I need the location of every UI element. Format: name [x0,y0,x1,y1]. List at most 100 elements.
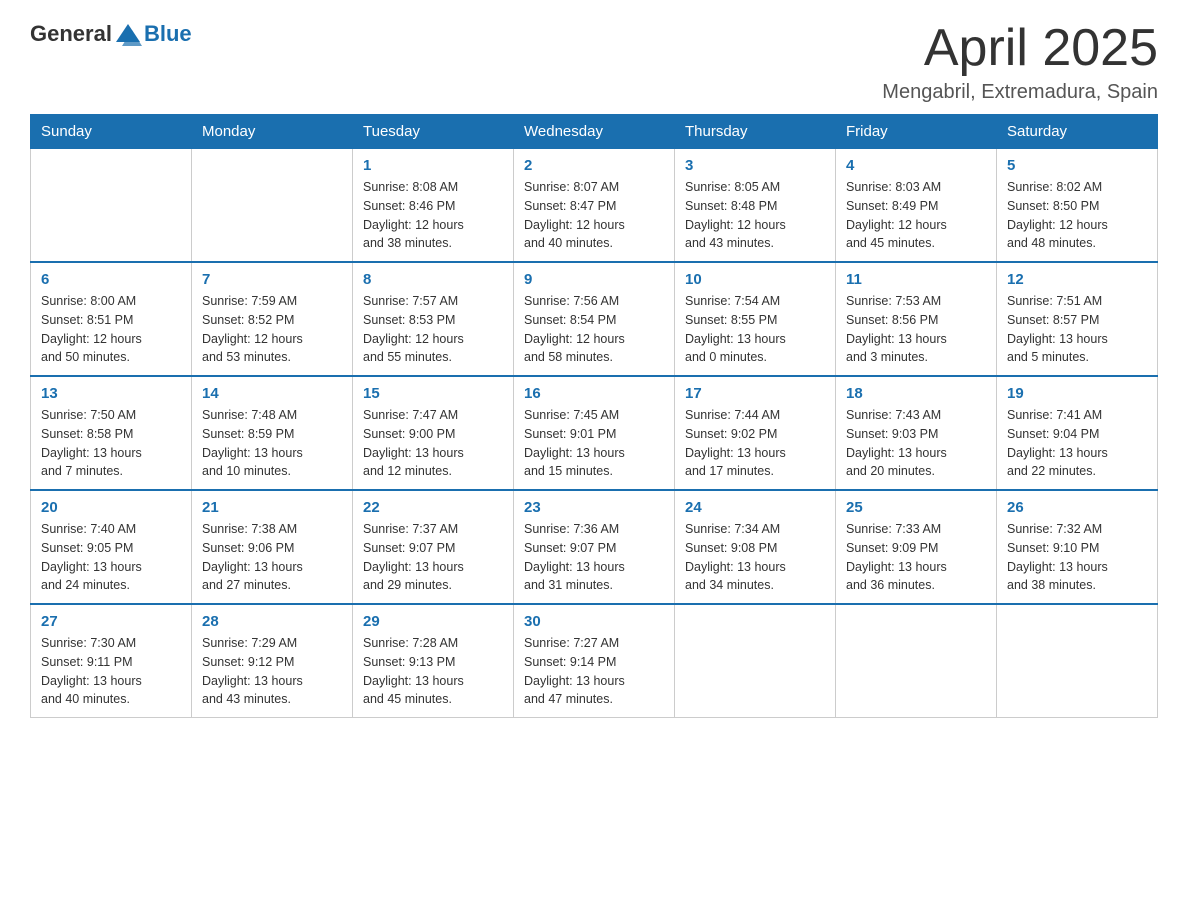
calendar-cell: 26Sunrise: 7:32 AM Sunset: 9:10 PM Dayli… [997,490,1158,604]
day-number: 28 [202,613,342,630]
day-info: Sunrise: 7:47 AM Sunset: 9:00 PM Dayligh… [363,406,503,481]
day-info: Sunrise: 8:02 AM Sunset: 8:50 PM Dayligh… [1007,178,1147,253]
day-info: Sunrise: 7:27 AM Sunset: 9:14 PM Dayligh… [524,634,664,709]
day-number: 6 [41,271,181,288]
day-info: Sunrise: 8:08 AM Sunset: 8:46 PM Dayligh… [363,178,503,253]
day-number: 16 [524,385,664,402]
calendar-week-row: 13 Sunrise: 7:50 AM Sunset: 8:58 PM Dayli… [31,376,1158,490]
calendar-cell: 12 Sunrise: 7:51 AM Sunset: 8:57 PM Dayli… [997,262,1158,376]
calendar-cell: 21 Sunrise: 7:38 AM Sunset: 9:06 PM Dayli… [192,490,353,604]
calendar-cell: 4Sunrise: 8:03 AM Sunset: 8:49 PM Daylig… [836,149,997,263]
calendar-cell: 15 Sunrise: 7:47 AM Sunset: 9:00 PM Dayli… [353,376,514,490]
day-info: Sunrise: 7:30 AM Sunset: 9:11 PM Dayligh… [41,634,181,709]
calendar-cell: 24 Sunrise: 7:34 AM Sunset: 9:08 PM Dayli… [675,490,836,604]
day-number: 12 [1007,271,1147,288]
weekday-header-friday: Friday [836,115,997,149]
day-number: 29 [363,613,503,630]
calendar-cell: 27 Sunrise: 7:30 AM Sunset: 9:11 PM Dayli… [31,604,192,718]
day-number: 30 [524,613,664,630]
calendar-cell [192,149,353,263]
day-info: Sunrise: 7:43 AM Sunset: 9:03 PM Dayligh… [846,406,986,481]
calendar-cell: 29 Sunrise: 7:28 AM Sunset: 9:13 PM Dayli… [353,604,514,718]
calendar-cell [675,604,836,718]
day-info: Sunrise: 8:00 AM Sunset: 8:51 PM Dayligh… [41,292,181,367]
day-number: 26 [1007,499,1147,516]
day-number: 21 [202,499,342,516]
calendar-cell: 28Sunrise: 7:29 AM Sunset: 9:12 PM Dayli… [192,604,353,718]
day-number: 13 [41,385,181,402]
calendar-cell [31,149,192,263]
day-number: 5 [1007,157,1147,174]
calendar-cell: 17Sunrise: 7:44 AM Sunset: 9:02 PM Dayli… [675,376,836,490]
day-info: Sunrise: 7:56 AM Sunset: 8:54 PM Dayligh… [524,292,664,367]
calendar-cell: 1 Sunrise: 8:08 AM Sunset: 8:46 PM Daylig… [353,149,514,263]
day-info: Sunrise: 8:03 AM Sunset: 8:49 PM Dayligh… [846,178,986,253]
calendar-cell: 14 Sunrise: 7:48 AM Sunset: 8:59 PM Dayli… [192,376,353,490]
calendar-week-row: 1 Sunrise: 8:08 AM Sunset: 8:46 PM Daylig… [31,149,1158,263]
weekday-header-monday: Monday [192,115,353,149]
day-info: Sunrise: 7:50 AM Sunset: 8:58 PM Dayligh… [41,406,181,481]
calendar-cell: 23 Sunrise: 7:36 AM Sunset: 9:07 PM Dayli… [514,490,675,604]
calendar-cell: 25 Sunrise: 7:33 AM Sunset: 9:09 PM Dayli… [836,490,997,604]
weekday-header-row: SundayMondayTuesdayWednesdayThursdayFrid… [31,115,1158,149]
day-info: Sunrise: 7:37 AM Sunset: 9:07 PM Dayligh… [363,520,503,595]
day-number: 22 [363,499,503,516]
day-info: Sunrise: 7:33 AM Sunset: 9:09 PM Dayligh… [846,520,986,595]
calendar-cell: 18 Sunrise: 7:43 AM Sunset: 9:03 PM Dayli… [836,376,997,490]
day-info: Sunrise: 7:28 AM Sunset: 9:13 PM Dayligh… [363,634,503,709]
calendar-cell: 10Sunrise: 7:54 AM Sunset: 8:55 PM Dayli… [675,262,836,376]
calendar-cell: 9Sunrise: 7:56 AM Sunset: 8:54 PM Daylig… [514,262,675,376]
calendar-week-row: 20 Sunrise: 7:40 AM Sunset: 9:05 PM Dayli… [31,490,1158,604]
location: Mengabril, Extremadura, Spain [882,81,1158,104]
day-info: Sunrise: 7:45 AM Sunset: 9:01 PM Dayligh… [524,406,664,481]
day-info: Sunrise: 7:44 AM Sunset: 9:02 PM Dayligh… [685,406,825,481]
logo-blue: Blue [144,21,192,47]
day-info: Sunrise: 7:41 AM Sunset: 9:04 PM Dayligh… [1007,406,1147,481]
day-number: 2 [524,157,664,174]
day-number: 15 [363,385,503,402]
calendar-cell: 6 Sunrise: 8:00 AM Sunset: 8:51 PM Daylig… [31,262,192,376]
day-number: 25 [846,499,986,516]
day-number: 23 [524,499,664,516]
day-info: Sunrise: 7:38 AM Sunset: 9:06 PM Dayligh… [202,520,342,595]
calendar-cell: 8Sunrise: 7:57 AM Sunset: 8:53 PM Daylig… [353,262,514,376]
calendar-cell: 20 Sunrise: 7:40 AM Sunset: 9:05 PM Dayli… [31,490,192,604]
calendar-week-row: 27 Sunrise: 7:30 AM Sunset: 9:11 PM Dayli… [31,604,1158,718]
day-number: 20 [41,499,181,516]
logo-icon [114,20,142,48]
day-info: Sunrise: 7:53 AM Sunset: 8:56 PM Dayligh… [846,292,986,367]
day-info: Sunrise: 7:54 AM Sunset: 8:55 PM Dayligh… [685,292,825,367]
calendar-table: SundayMondayTuesdayWednesdayThursdayFrid… [30,114,1158,718]
day-info: Sunrise: 8:07 AM Sunset: 8:47 PM Dayligh… [524,178,664,253]
calendar-cell: 22 Sunrise: 7:37 AM Sunset: 9:07 PM Dayli… [353,490,514,604]
day-info: Sunrise: 7:34 AM Sunset: 9:08 PM Dayligh… [685,520,825,595]
day-info: Sunrise: 7:36 AM Sunset: 9:07 PM Dayligh… [524,520,664,595]
month-title: April 2025 [882,20,1158,77]
calendar-cell: 13 Sunrise: 7:50 AM Sunset: 8:58 PM Dayli… [31,376,192,490]
day-number: 8 [363,271,503,288]
calendar-cell: 3Sunrise: 8:05 AM Sunset: 8:48 PM Daylig… [675,149,836,263]
day-number: 27 [41,613,181,630]
calendar-cell: 5 Sunrise: 8:02 AM Sunset: 8:50 PM Daylig… [997,149,1158,263]
page-header: General Blue April 2025 Mengabril, Extre… [30,20,1158,104]
logo-general: General [30,21,112,47]
calendar-cell: 16 Sunrise: 7:45 AM Sunset: 9:01 PM Dayli… [514,376,675,490]
day-info: Sunrise: 7:48 AM Sunset: 8:59 PM Dayligh… [202,406,342,481]
day-number: 14 [202,385,342,402]
day-info: Sunrise: 7:59 AM Sunset: 8:52 PM Dayligh… [202,292,342,367]
calendar-week-row: 6 Sunrise: 8:00 AM Sunset: 8:51 PM Daylig… [31,262,1158,376]
day-number: 18 [846,385,986,402]
weekday-header-tuesday: Tuesday [353,115,514,149]
day-number: 1 [363,157,503,174]
calendar-cell: 30 Sunrise: 7:27 AM Sunset: 9:14 PM Dayli… [514,604,675,718]
day-info: Sunrise: 7:40 AM Sunset: 9:05 PM Dayligh… [41,520,181,595]
weekday-header-saturday: Saturday [997,115,1158,149]
calendar-cell [997,604,1158,718]
day-number: 24 [685,499,825,516]
day-number: 11 [846,271,986,288]
day-info: Sunrise: 7:51 AM Sunset: 8:57 PM Dayligh… [1007,292,1147,367]
title-area: April 2025 Mengabril, Extremadura, Spain [882,20,1158,104]
calendar-cell: 19Sunrise: 7:41 AM Sunset: 9:04 PM Dayli… [997,376,1158,490]
calendar-cell [836,604,997,718]
weekday-header-wednesday: Wednesday [514,115,675,149]
